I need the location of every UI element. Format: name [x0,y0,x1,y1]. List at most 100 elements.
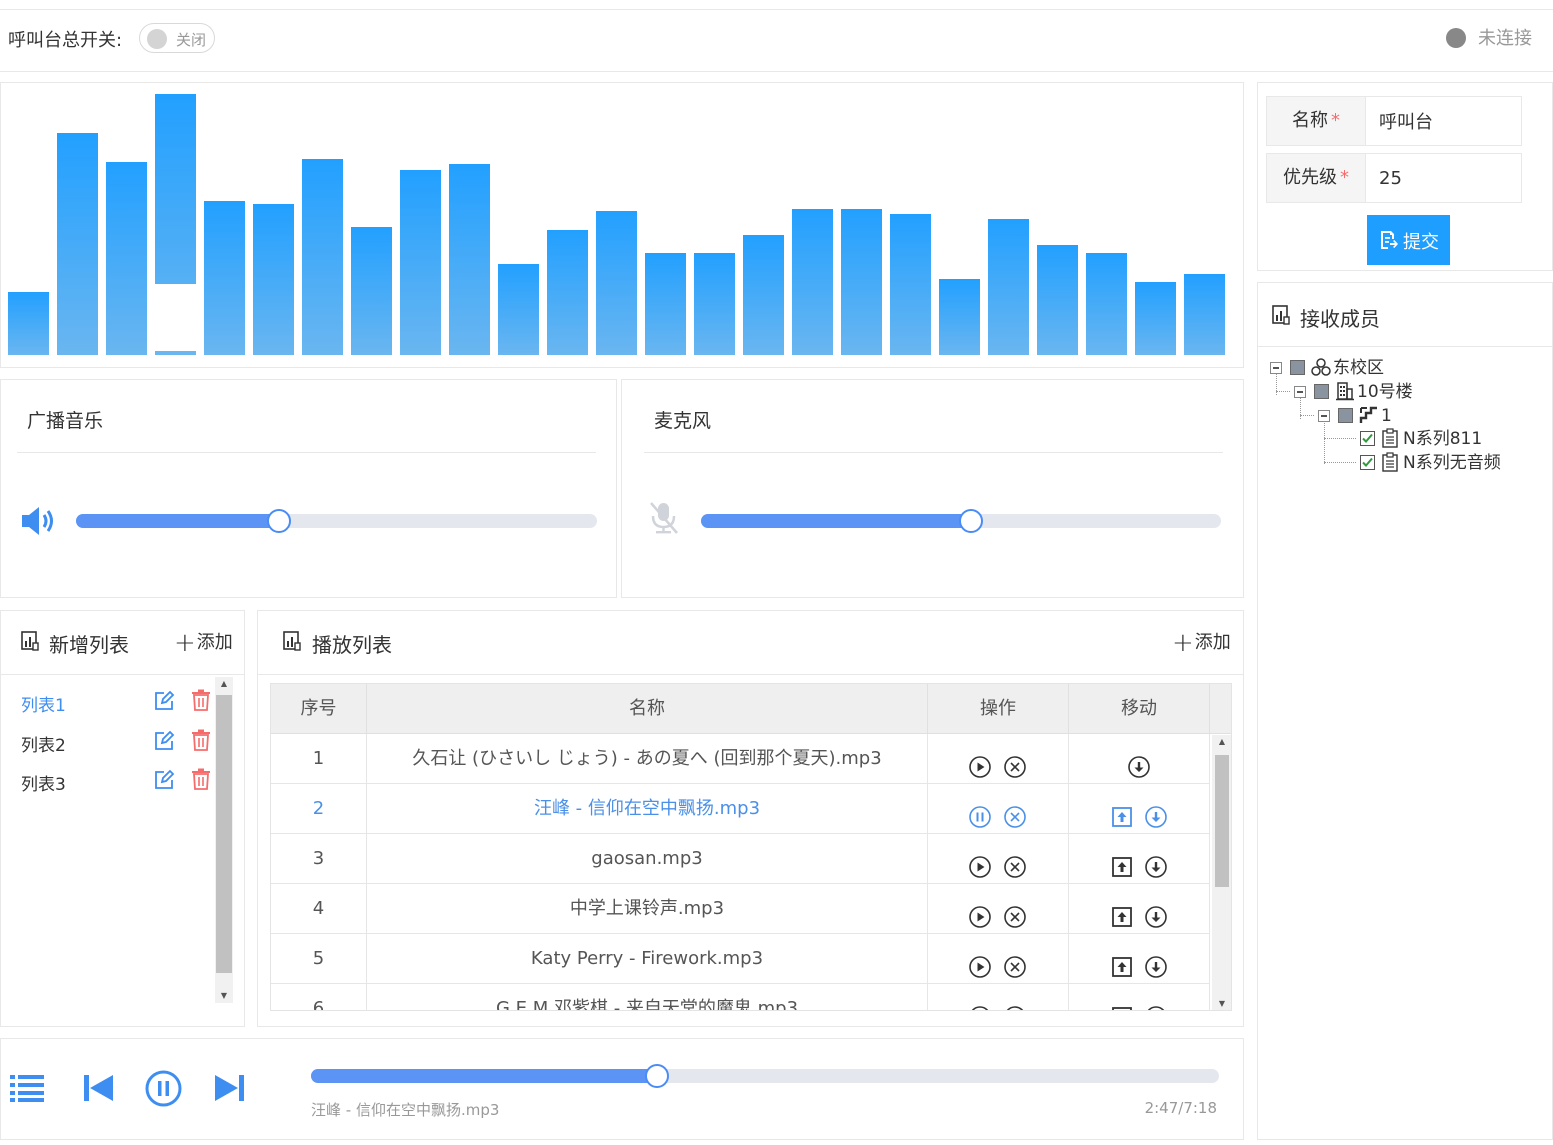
play-icon[interactable] [969,998,991,1010]
track-name[interactable]: Katy Perry - Firework.mp3 [367,934,928,984]
move-up-icon[interactable] [1111,798,1133,827]
tree-checkbox-checked[interactable] [1360,455,1375,470]
tree-checkbox-checked[interactable] [1360,431,1375,446]
microphone-volume-knob[interactable] [959,509,984,533]
table-row[interactable]: 2 汪峰 - 信仰在空中飘扬.mp3 [271,784,1210,834]
edit-icon[interactable] [153,730,175,752]
scroll-up-arrow[interactable]: ▲ [215,677,233,691]
list-item[interactable]: 列表2 [1,721,213,761]
move-down-icon[interactable] [1145,798,1167,828]
track-name[interactable]: 久石让 (ひさいし じょう) - あの夏へ (回到那个夏天).mp3 [367,734,928,784]
microphone-volume-slider[interactable] [701,509,1221,533]
table-row[interactable]: 1 久石让 (ひさいし じょう) - あの夏へ (回到那个夏天).mp3 [271,734,1210,784]
move-up-icon[interactable] [1111,898,1133,927]
move-down-icon[interactable] [1128,748,1150,778]
track-index: 2 [271,784,367,834]
delete-icon[interactable] [191,768,211,790]
speaker-icon[interactable] [20,505,58,541]
track-name[interactable]: G.E.M.邓紫棋 - 来自天堂的魔鬼.mp3 [367,984,928,1010]
list-scrollbar[interactable]: ▲ ▼ [215,677,233,1003]
playlist-menu-icon[interactable] [10,1074,44,1106]
playback-progress-knob[interactable] [644,1064,669,1088]
microphone-muted-icon[interactable] [646,500,682,540]
tree-connector [1324,421,1325,464]
remove-icon[interactable] [1004,898,1026,928]
remove-icon[interactable] [1004,748,1026,778]
next-track-icon[interactable] [213,1073,245,1107]
building-label[interactable]: 10号楼 [1357,381,1413,403]
track-move-cell [1069,884,1210,934]
previous-track-icon[interactable] [83,1073,115,1107]
add-track-label: 添加 [1194,632,1231,653]
remove-icon[interactable] [1004,998,1026,1010]
pause-icon[interactable] [145,1070,182,1111]
playback-progress-slider[interactable] [311,1064,1219,1088]
scroll-down-arrow[interactable]: ▼ [215,989,233,1003]
edit-icon[interactable] [153,690,175,712]
scroll-thumb[interactable] [1215,755,1229,887]
table-row[interactable]: 5 Katy Perry - Firework.mp3 [271,934,1210,984]
list-report-icon [21,631,39,651]
table-row[interactable]: 6 G.E.M.邓紫棋 - 来自天堂的魔鬼.mp3 [271,984,1210,1010]
move-up-icon[interactable] [1111,848,1133,877]
playlist-panel: 播放列表 +添加 序号 名称 操作 移动 1 久石让 (ひさいし じょう) - あ… [257,610,1244,1027]
move-down-icon[interactable] [1145,998,1167,1010]
floor-label[interactable]: 1 [1381,405,1392,427]
device-clipboard-icon [1381,428,1399,453]
play-icon[interactable] [969,898,991,928]
scroll-down-arrow[interactable]: ▼ [1212,997,1231,1010]
collapse-toggle[interactable] [1270,362,1282,374]
track-name[interactable]: 中学上课铃声.mp3 [367,884,928,934]
device-label[interactable]: N系列无音频 [1403,452,1501,474]
scroll-thumb[interactable] [216,695,232,973]
master-switch-toggle[interactable]: 关闭 [139,23,215,53]
move-up-icon[interactable] [1111,998,1133,1010]
collapse-toggle[interactable] [1318,410,1330,422]
delete-icon[interactable] [191,689,211,711]
submit-button[interactable]: 提交 [1367,215,1450,265]
priority-input[interactable] [1367,154,1521,202]
table-row[interactable]: 4 中学上课铃声.mp3 [271,884,1210,934]
list-item-label[interactable]: 列表2 [21,731,66,756]
campus-label[interactable]: 东校区 [1333,357,1384,379]
tree-checkbox[interactable] [1338,408,1353,423]
add-list-button[interactable]: +添加 [174,628,233,658]
playlist-scrollbar[interactable]: ▲ ▼ [1212,735,1231,1010]
device-label[interactable]: N系列811 [1403,428,1482,450]
tree-checkbox[interactable] [1314,384,1329,399]
delete-icon[interactable] [191,729,211,751]
scroll-up-arrow[interactable]: ▲ [1212,735,1231,749]
track-name[interactable]: gaosan.mp3 [367,834,928,884]
now-playing-title: 汪峰 - 信仰在空中飘扬.mp3 [311,1101,500,1119]
music-volume-knob[interactable] [267,509,292,533]
tree-checkbox[interactable] [1290,360,1305,375]
play-icon[interactable] [969,848,991,878]
play-icon[interactable] [969,748,991,778]
remove-icon[interactable] [1004,948,1026,978]
spectrum-bar [498,264,539,355]
column-header-index: 序号 [271,684,367,734]
play-icon[interactable] [969,948,991,978]
list-item-label[interactable]: 列表3 [21,770,66,795]
music-volume-slider[interactable] [76,509,597,533]
remove-icon[interactable] [1004,798,1026,828]
remove-icon[interactable] [1004,848,1026,878]
move-up-icon[interactable] [1111,948,1133,977]
column-header-move: 移动 [1069,684,1210,734]
edit-icon[interactable] [153,769,175,791]
list-item[interactable]: 列表3 [1,760,213,800]
name-input[interactable] [1367,97,1521,145]
track-move-cell [1069,984,1210,1010]
table-row[interactable]: 3 gaosan.mp3 [271,834,1210,884]
list-item[interactable]: 列表1 [1,681,213,721]
track-name[interactable]: 汪峰 - 信仰在空中飘扬.mp3 [367,784,928,834]
move-down-icon[interactable] [1145,948,1167,978]
pause-icon[interactable] [969,798,991,828]
add-track-button[interactable]: +添加 [1172,628,1231,658]
spectrum-bar [204,201,245,355]
move-down-icon[interactable] [1145,898,1167,928]
collapse-toggle[interactable] [1294,386,1306,398]
tree-connector [1324,438,1356,439]
move-down-icon[interactable] [1145,848,1167,878]
list-item-label[interactable]: 列表1 [21,691,66,716]
